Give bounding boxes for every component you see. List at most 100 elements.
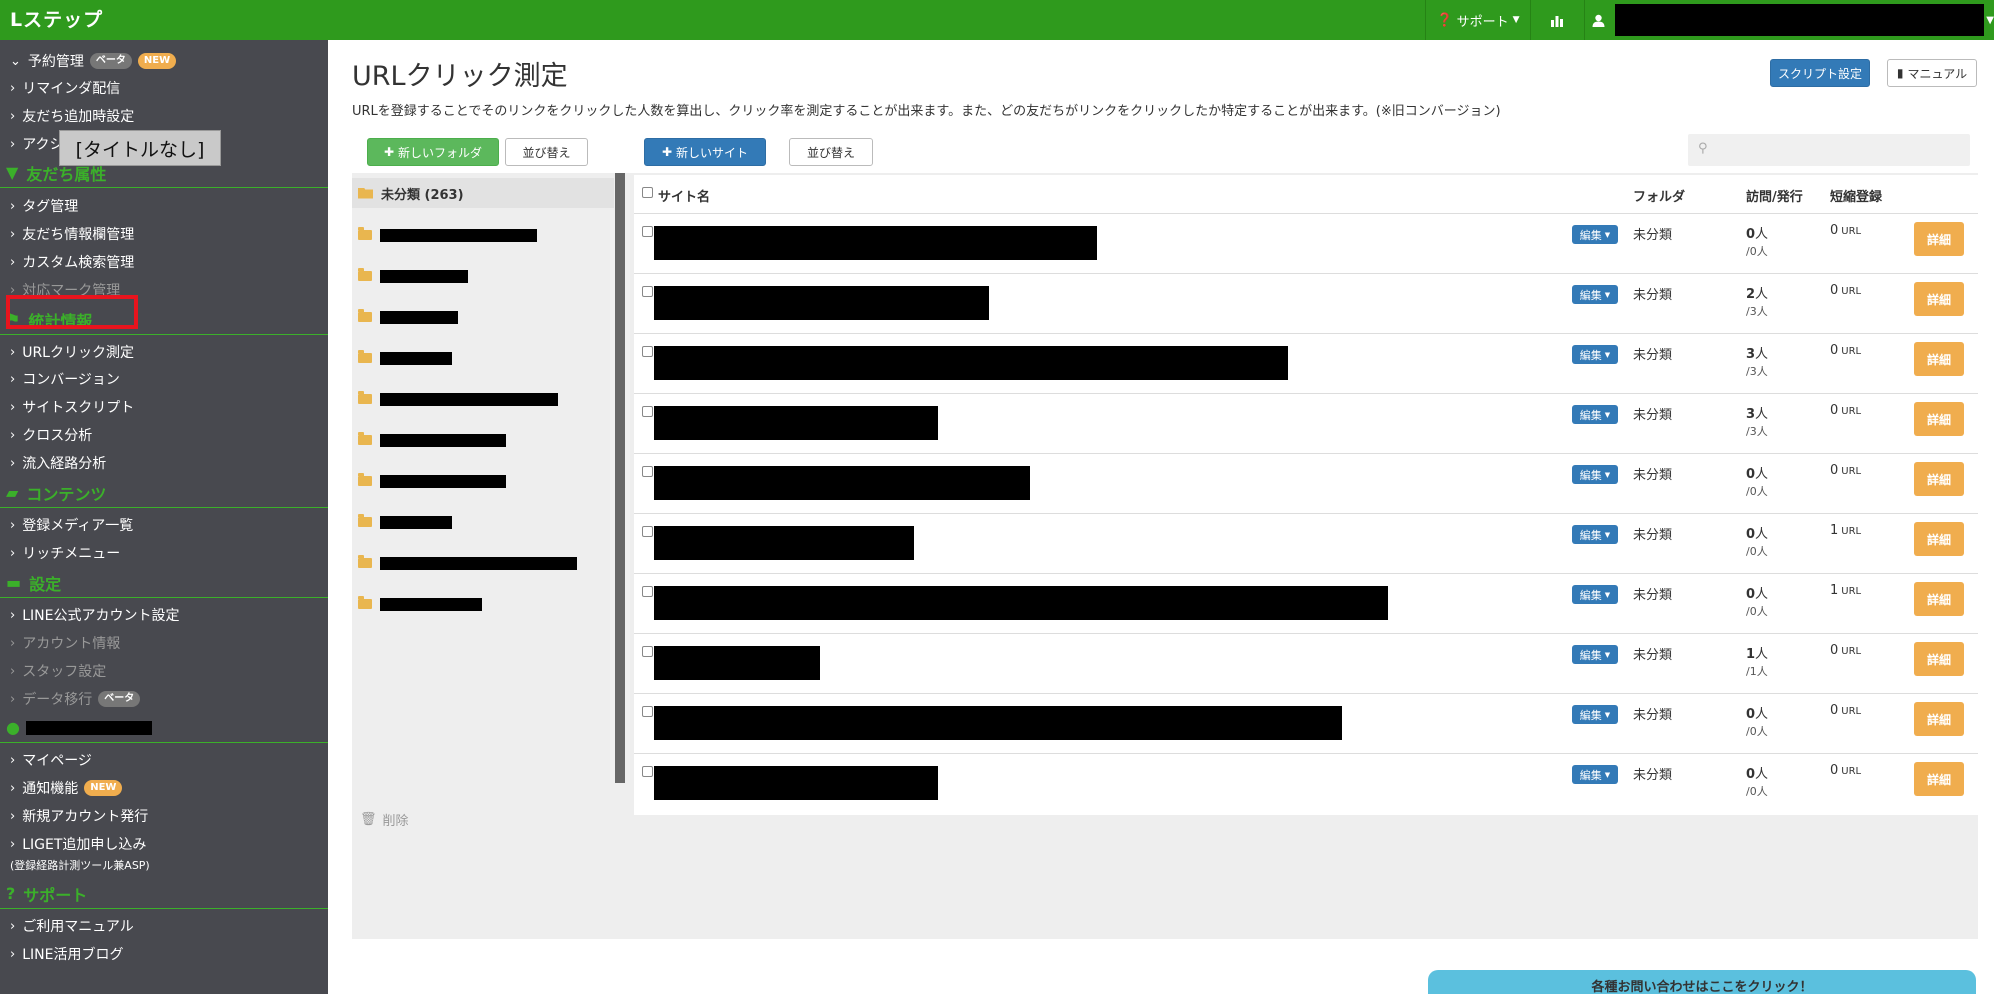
row-short-count: 0 URL: [1830, 463, 1861, 478]
folder-item[interactable]: [358, 466, 506, 496]
sidebar-item-liget[interactable]: › LIGET追加申し込み: [10, 834, 146, 854]
stats-button[interactable]: [1530, 0, 1584, 40]
new-folder-button[interactable]: ✚ 新しいフォルダ: [367, 138, 499, 166]
sidebar-item-site-script[interactable]: › サイトスクリプト: [10, 397, 134, 417]
short-count: 0: [1830, 463, 1839, 478]
row-short-count: 0 URL: [1830, 283, 1861, 298]
select-all-checkbox[interactable]: [642, 187, 653, 198]
folder-item[interactable]: [358, 261, 468, 291]
detail-button[interactable]: 詳細: [1914, 342, 1964, 376]
folder-icon: [358, 391, 372, 404]
row-checkbox[interactable]: [642, 286, 653, 297]
row-visits: 3人: [1746, 343, 1768, 362]
sidebar-item-url-click[interactable]: › URLクリック測定: [10, 342, 134, 362]
visit-count: 3: [1746, 407, 1756, 422]
new-site-button[interactable]: ✚ 新しいサイト: [644, 138, 766, 166]
row-folder: 未分類: [1633, 408, 1673, 423]
chevron-right-icon: ›: [10, 371, 16, 387]
row-short-count: 0 URL: [1830, 763, 1861, 778]
sidebar-item-manual[interactable]: › ご利用マニュアル: [10, 916, 134, 936]
search-input[interactable]: ⚲: [1688, 134, 1970, 166]
edit-dropdown-button[interactable]: 編集 ▼: [1572, 225, 1618, 244]
edit-dropdown-button[interactable]: 編集 ▼: [1572, 705, 1618, 724]
detail-button[interactable]: 詳細: [1914, 222, 1964, 256]
detail-button[interactable]: 詳細: [1914, 462, 1964, 496]
sidebar-item-custom-search[interactable]: › カスタム検索管理: [10, 252, 134, 272]
folder-scrollbar[interactable]: [615, 173, 625, 783]
row-checkbox[interactable]: [642, 346, 653, 357]
edit-dropdown-button[interactable]: 編集 ▼: [1572, 645, 1618, 664]
sidebar-item-media-list[interactable]: › 登録メディア一覧: [10, 515, 133, 535]
app-logo[interactable]: Lステップ: [10, 5, 103, 32]
edit-dropdown-button[interactable]: 編集 ▼: [1572, 585, 1618, 604]
contact-button[interactable]: 各種お問い合わせはここをクリック！: [1428, 970, 1976, 995]
sidebar-item-rich-menu[interactable]: › リッチメニュー: [10, 543, 120, 563]
sidebar-item-staff-settings[interactable]: › スタッフ設定: [10, 661, 106, 681]
beta-badge: ベータ: [89, 53, 132, 69]
folder-item[interactable]: [358, 302, 458, 332]
caret-down-icon: ▼: [1604, 650, 1611, 659]
edit-dropdown-button[interactable]: 編集 ▼: [1572, 345, 1618, 364]
edit-dropdown-button[interactable]: 編集 ▼: [1572, 525, 1618, 544]
section-contents: ▰ コンテンツ: [0, 478, 328, 508]
row-checkbox[interactable]: [642, 466, 653, 477]
row-checkbox[interactable]: [642, 586, 653, 597]
folder-item-uncategorized[interactable]: 未分類 (263): [352, 178, 614, 208]
sort-sites-button[interactable]: 並び替え: [789, 138, 873, 166]
row-checkbox[interactable]: [642, 706, 653, 717]
chevron-right-icon: ›: [10, 80, 16, 96]
row-checkbox[interactable]: [642, 226, 653, 237]
edit-dropdown-button[interactable]: 編集 ▼: [1572, 765, 1618, 784]
folder-item[interactable]: [358, 343, 452, 373]
sidebar-item-reminder[interactable]: › リマインダ配信: [10, 78, 120, 98]
folder-item[interactable]: [358, 220, 537, 250]
sidebar-item-label: アカウント情報: [22, 636, 121, 652]
sidebar-item-label: タグ管理: [22, 199, 79, 215]
detail-button[interactable]: 詳細: [1914, 762, 1964, 796]
sidebar-item-label: 登録メディア一覧: [22, 518, 134, 534]
script-settings-button[interactable]: スクリプト設定: [1770, 59, 1870, 87]
chevron-right-icon: ›: [10, 808, 16, 824]
detail-button[interactable]: 詳細: [1914, 582, 1964, 616]
detail-button[interactable]: 詳細: [1914, 702, 1964, 736]
support-menu[interactable]: ❓ サポート ▼: [1426, 0, 1530, 40]
detail-button[interactable]: 詳細: [1914, 282, 1964, 316]
sidebar-item-friend-add-settings[interactable]: › 友だち追加時設定: [10, 106, 134, 126]
button-label: 編集: [1579, 288, 1602, 302]
row-checkbox[interactable]: [642, 406, 653, 417]
sidebar-item-conversion[interactable]: › コンバージョン: [10, 369, 120, 389]
folder-icon: [358, 473, 372, 486]
sidebar-item-new-account[interactable]: › 新規アカウント発行: [10, 806, 148, 826]
detail-button[interactable]: 詳細: [1914, 642, 1964, 676]
sidebar-item-account-info[interactable]: › アカウント情報: [10, 633, 120, 653]
edit-dropdown-button[interactable]: 編集 ▼: [1572, 285, 1618, 304]
sidebar-item-action[interactable]: › アクシ: [10, 134, 64, 154]
user-menu[interactable]: ▼: [1584, 0, 1994, 40]
sidebar-item-cross-analysis[interactable]: › クロス分析: [10, 425, 92, 445]
folder-item[interactable]: [358, 548, 577, 578]
detail-button[interactable]: 詳細: [1914, 402, 1964, 436]
row-checkbox[interactable]: [642, 766, 653, 777]
folder-item[interactable]: [358, 589, 482, 619]
sidebar-item-inflow-analysis[interactable]: › 流入経路分析: [10, 453, 106, 473]
sidebar-item-tag-management[interactable]: › タグ管理: [10, 196, 78, 216]
sidebar-item-blog[interactable]: › LINE活用ブログ: [10, 944, 123, 964]
detail-button[interactable]: 詳細: [1914, 522, 1964, 556]
sort-folders-button[interactable]: 並び替え: [505, 138, 588, 166]
edit-dropdown-button[interactable]: 編集 ▼: [1572, 465, 1618, 484]
folder-item[interactable]: [358, 507, 452, 537]
row-checkbox[interactable]: [642, 526, 653, 537]
manual-button[interactable]: ▮ マニュアル: [1887, 59, 1977, 87]
button-label: 削除: [382, 814, 409, 829]
sidebar-item-reservation[interactable]: ⌄ 予約管理 ベータ NEW: [10, 51, 177, 71]
delete-button[interactable]: 🗑 削除: [360, 810, 409, 829]
sidebar-item-line-account[interactable]: › LINE公式アカウント設定: [10, 605, 179, 625]
edit-dropdown-button[interactable]: 編集 ▼: [1572, 405, 1618, 424]
sidebar-item-data-migration[interactable]: › データ移行 ベータ: [10, 689, 141, 709]
folder-item[interactable]: [358, 384, 558, 414]
row-checkbox[interactable]: [642, 646, 653, 657]
sidebar-item-mypage[interactable]: › マイページ: [10, 750, 92, 770]
sidebar-item-friend-info[interactable]: › 友だち情報欄管理: [10, 224, 134, 244]
sidebar-item-notifications[interactable]: › 通知機能 NEW: [10, 778, 123, 798]
folder-item[interactable]: [358, 425, 506, 455]
